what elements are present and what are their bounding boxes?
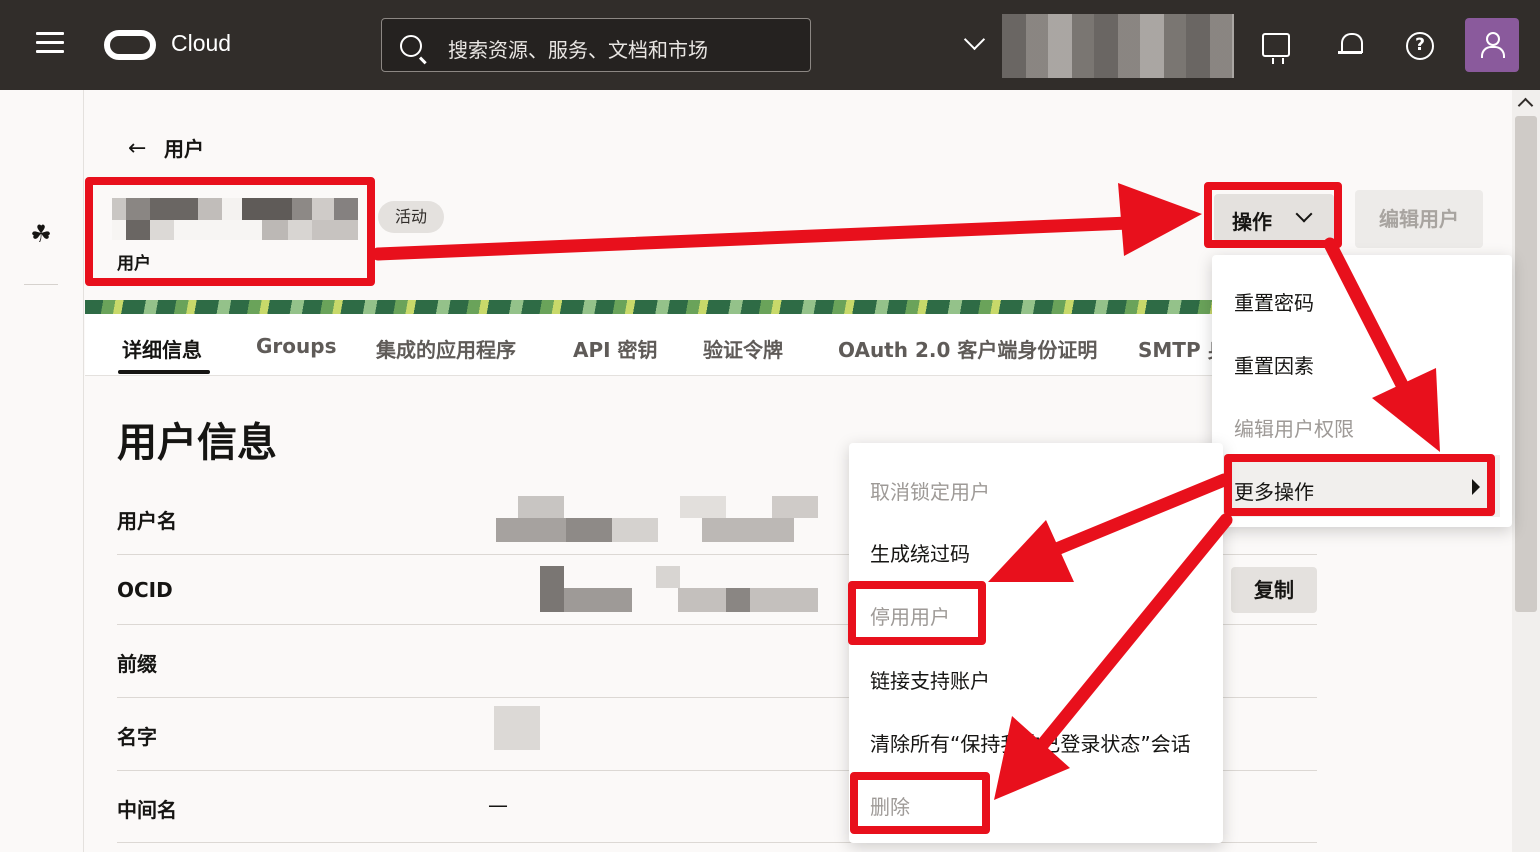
tab-auth-tokens[interactable]: 验证令牌 — [703, 334, 783, 363]
caret-right-icon — [1472, 479, 1480, 495]
actions-button[interactable]: 操作 — [1214, 194, 1334, 242]
back-link[interactable]: 用户 — [164, 133, 204, 162]
back-arrow-icon[interactable]: ← — [128, 136, 146, 161]
actions-button-label: 操作 — [1232, 210, 1272, 234]
top-header: Cloud 搜索资源、服务、文档和市场 ? — [0, 0, 1540, 90]
page-subtitle: 用户 — [117, 254, 151, 274]
user-avatar-icon[interactable] — [1465, 18, 1519, 72]
menu-item-unlock-user[interactable]: 取消锁定用户 — [870, 476, 990, 505]
menu-item-deactivate-user[interactable]: 停用用户 — [870, 601, 950, 630]
tab-groups[interactable]: Groups — [256, 334, 336, 358]
help-icon[interactable]: ? — [1406, 32, 1434, 60]
user-name-redacted — [112, 198, 358, 240]
cloud-shell-icon[interactable] — [1262, 33, 1290, 64]
tab-api-keys[interactable]: API 密钥 — [573, 334, 658, 363]
menu-icon[interactable] — [36, 32, 64, 56]
status-badge: 活动 — [378, 201, 444, 233]
actions-menu: 重置密码 重置因素 编辑用户权限 更多操作 — [1212, 255, 1512, 527]
field-label-prefix: 前缀 — [117, 652, 157, 676]
edit-user-button[interactable]: 编辑用户 — [1355, 190, 1483, 248]
chevron-down-icon[interactable] — [964, 32, 984, 52]
menu-item-edit-user-capabilities[interactable]: 编辑用户权限 — [1234, 413, 1354, 442]
search-placeholder: 搜索资源、服务、文档和市场 — [448, 38, 708, 62]
tab-details[interactable]: 详细信息 — [122, 334, 202, 363]
copy-ocid-button[interactable]: 复制 — [1231, 567, 1317, 613]
middle-name-value: — — [488, 793, 508, 817]
redacted-values — [472, 496, 852, 776]
menu-item-generate-bypass-code[interactable]: 生成绕过码 — [870, 538, 970, 567]
scroll-up-icon[interactable] — [1517, 97, 1534, 114]
brand-name: Cloud — [171, 30, 232, 56]
oracle-logo[interactable] — [104, 30, 156, 60]
menu-item-delete[interactable]: 删除 — [870, 791, 910, 820]
decorative-banner — [85, 300, 1225, 314]
chevron-down-icon — [1295, 205, 1313, 223]
region-selector[interactable] — [1002, 14, 1234, 78]
section-title: 用户信息 — [117, 420, 277, 466]
menu-item-more-actions[interactable]: 更多操作 — [1234, 476, 1314, 505]
field-label-ocid: OCID — [117, 578, 173, 602]
menu-item-reset-factors[interactable]: 重置因素 — [1234, 350, 1314, 379]
tab-bar: 详细信息 Groups 集成的应用程序 API 密钥 验证令牌 OAuth 2.… — [85, 314, 1225, 376]
identity-domain-icon[interactable]: ☘ — [27, 221, 55, 247]
rail-divider — [24, 284, 58, 285]
tab-integrated-apps[interactable]: 集成的应用程序 — [376, 334, 516, 363]
field-label-username: 用户名 — [117, 509, 177, 533]
menu-item-clear-sessions[interactable]: 清除所有“保持我的已登录状态”会话 — [870, 728, 1191, 757]
annotation-arrowhead — [1118, 183, 1202, 256]
annotation-arrow-to-actions — [371, 215, 1159, 261]
bell-icon[interactable] — [1336, 30, 1366, 60]
search-icon — [400, 35, 422, 57]
left-rail: ☘ — [0, 90, 84, 852]
scroll-thumb[interactable] — [1515, 116, 1537, 612]
search-input[interactable]: 搜索资源、服务、文档和市场 — [381, 18, 811, 72]
page-scrollbar[interactable] — [1512, 90, 1540, 852]
field-label-middle-name: 中间名 — [117, 798, 177, 822]
tab-oauth-credentials[interactable]: OAuth 2.0 客户端身份证明 — [838, 334, 1097, 363]
more-actions-submenu: 取消锁定用户 生成绕过码 停用用户 链接支持账户 清除所有“保持我的已登录状态”… — [849, 443, 1223, 843]
menu-item-link-support-account[interactable]: 链接支持账户 — [870, 665, 990, 694]
field-label-first-name: 名字 — [117, 725, 157, 749]
menu-item-reset-password[interactable]: 重置密码 — [1234, 287, 1314, 316]
active-tab-indicator — [118, 370, 210, 374]
